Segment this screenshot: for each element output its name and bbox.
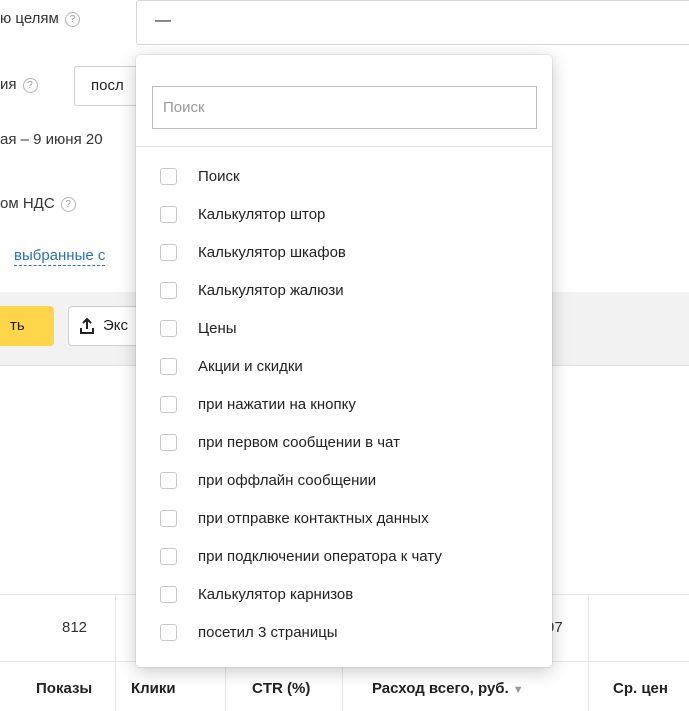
goal-option[interactable]: Поиск <box>160 157 442 195</box>
goal-option[interactable]: Акции и скидки <box>160 347 442 385</box>
column-divider <box>225 662 226 711</box>
checkbox[interactable] <box>160 585 177 603</box>
goal-option[interactable]: Калькулятор штор <box>160 195 442 233</box>
help-icon[interactable]: ? <box>22 78 38 93</box>
column-divider <box>342 662 343 711</box>
column-divider <box>588 595 589 663</box>
goal-option-label: Акции и скидки <box>198 357 303 375</box>
goal-option-label: Калькулятор штор <box>198 205 326 223</box>
goals-select-value: — <box>155 12 171 29</box>
goal-option-label: при подключении оператора к чату <box>198 547 442 565</box>
export-button-label: Экс <box>103 317 129 334</box>
checkbox[interactable] <box>160 433 177 451</box>
goal-option[interactable]: при подключении оператора к чату <box>160 537 442 575</box>
vat-filter-label-text: ом НДС <box>0 195 55 212</box>
goal-option-label: Калькулятор жалюзи <box>198 281 344 299</box>
checkbox[interactable] <box>160 357 177 375</box>
goal-option[interactable]: Калькулятор карнизов <box>160 575 442 613</box>
date-range[interactable]: ая – 9 июня 20 <box>0 131 103 148</box>
goal-option-label: при отправке контактных данных <box>198 509 429 527</box>
column-divider <box>115 662 116 711</box>
checkbox[interactable] <box>160 205 177 223</box>
checkbox[interactable] <box>160 471 177 489</box>
goal-option-label: Калькулятор шкафов <box>198 243 346 261</box>
goals-filter-label-text: ю целям <box>0 10 59 27</box>
header-avg-price[interactable]: Ср. цен <box>613 680 668 697</box>
checkbox[interactable] <box>160 509 177 527</box>
checkbox[interactable] <box>160 395 177 413</box>
checkbox[interactable] <box>160 623 177 641</box>
goal-option[interactable]: при отправке контактных данных <box>160 499 442 537</box>
help-icon[interactable]: ? <box>64 12 80 27</box>
export-icon <box>80 317 94 334</box>
goal-option-label: Поиск <box>198 167 240 185</box>
goal-option[interactable]: при оффлайн сообщении <box>160 461 442 499</box>
header-clicks[interactable]: Клики <box>131 680 176 697</box>
checkbox[interactable] <box>160 243 177 261</box>
table-header-row: Показы Клики CTR (%) Расход всего, руб. ▼… <box>0 662 689 711</box>
goal-option[interactable]: при нажатии на кнопку <box>160 385 442 423</box>
header-impressions[interactable]: Показы <box>36 680 92 697</box>
sort-desc-icon: ▼ <box>512 684 524 696</box>
header-ctr[interactable]: CTR (%) <box>252 680 310 697</box>
dropdown-divider <box>136 146 552 147</box>
goal-option[interactable]: при первом сообщении в чат <box>160 423 442 461</box>
goal-option-label: посетил 3 страницы <box>198 623 338 641</box>
goals-filter-label: ю целям? <box>0 10 80 27</box>
totals-impressions: 812 <box>62 619 88 636</box>
checkbox[interactable] <box>160 281 177 299</box>
goal-option[interactable]: Калькулятор жалюзи <box>160 271 442 309</box>
goal-option[interactable]: посетил 3 страницы <box>160 613 442 651</box>
checkbox[interactable] <box>160 547 177 565</box>
period-select-value: посл <box>91 77 124 94</box>
goal-option-label: Калькулятор карнизов <box>198 585 354 603</box>
goals-search-input[interactable] <box>152 86 537 129</box>
checkbox[interactable] <box>160 319 177 337</box>
header-spend-label: Расход всего, руб. <box>372 680 509 697</box>
goal-option[interactable]: Цены <box>160 309 442 347</box>
vat-filter-label: ом НДС? <box>0 195 76 212</box>
selected-items-link[interactable]: выбранные с <box>14 247 106 266</box>
goals-dropdown: Поиск Калькулятор штор Калькулятор шкафо… <box>136 55 552 667</box>
goal-option-label: Цены <box>198 319 237 337</box>
goal-option[interactable]: Калькулятор шкафов <box>160 233 442 271</box>
column-divider <box>588 662 589 711</box>
column-divider <box>115 595 116 663</box>
goal-option-label: при первом сообщении в чат <box>198 433 400 451</box>
checkbox[interactable] <box>160 167 177 185</box>
goals-option-list: Поиск Калькулятор штор Калькулятор шкафо… <box>160 157 442 651</box>
period-filter-label: ия? <box>0 76 38 93</box>
period-filter-label-text: ия <box>0 76 17 93</box>
apply-button[interactable]: ть <box>0 306 54 346</box>
header-spend[interactable]: Расход всего, руб. ▼ <box>372 680 524 697</box>
goal-option-label: при нажатии на кнопку <box>198 395 356 413</box>
goals-select[interactable]: — <box>136 0 689 45</box>
help-icon[interactable]: ? <box>60 197 76 212</box>
goal-option-label: при оффлайн сообщении <box>198 471 377 489</box>
